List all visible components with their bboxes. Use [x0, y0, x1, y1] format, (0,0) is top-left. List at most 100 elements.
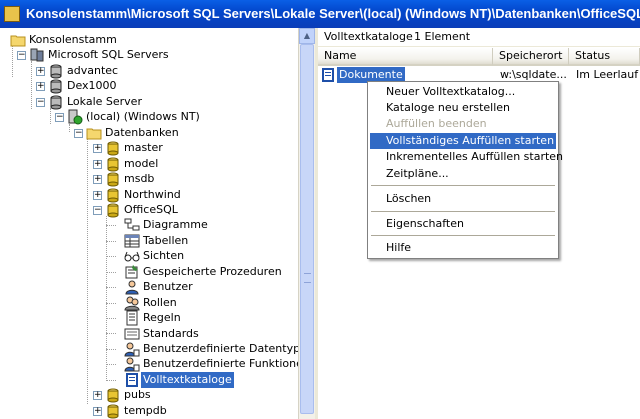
tree-item-label: (local) (Windows NT)	[86, 110, 200, 123]
tree-item[interactable]: Konsolenstamm	[0, 32, 296, 48]
tree-item[interactable]: + tempdb	[0, 403, 296, 419]
stored-procedure-icon	[125, 265, 138, 279]
expand-icon[interactable]: +	[93, 391, 102, 400]
tree-item[interactable]: + model	[0, 156, 296, 172]
tree-item-label: Konsolenstamm	[29, 33, 117, 46]
menu-item-help[interactable]: Hilfe	[370, 240, 556, 256]
menu-item-schedules[interactable]: Zeitpläne...	[370, 166, 556, 182]
tree-item[interactable]: Benutzer	[0, 279, 296, 295]
console-tree: Konsolenstamm − Microsoft SQL Servers + adva…	[0, 28, 298, 419]
roles-icon	[124, 296, 140, 311]
window-title: Konsolenstamm\Microsoft SQL Servers\Loka…	[26, 6, 640, 21]
menu-item-start-full-population[interactable]: Vollständiges Auffüllen starten	[370, 133, 556, 149]
tree-item-label: OfficeSQL	[124, 203, 178, 216]
collapse-icon[interactable]: −	[17, 51, 26, 60]
tree-item[interactable]: + pubs	[0, 387, 296, 403]
expand-icon[interactable]: +	[93, 407, 102, 416]
tree-item-label: advantec	[67, 64, 119, 77]
tree-item[interactable]: Benutzerdefinierte Datentypen	[0, 341, 298, 357]
menu-item-start-incremental-population[interactable]: Inkrementelles Auffüllen starten	[370, 149, 563, 165]
tree-item-label: model	[124, 157, 159, 170]
tree-item-label: Gespeicherte Prozeduren	[143, 265, 282, 278]
table-icon	[124, 234, 140, 248]
menu-separator	[371, 185, 555, 186]
server-group-icon	[50, 95, 62, 110]
collapse-icon[interactable]: −	[36, 98, 45, 107]
tree-item[interactable]: Tabellen	[0, 233, 296, 249]
fulltext-catalog-icon	[322, 68, 334, 82]
tree-item-label: Volltextkataloge	[141, 372, 234, 388]
column-header-name[interactable]: Name	[318, 48, 493, 66]
tree-item[interactable]: Benutzerdefinierte Funktionen	[0, 356, 298, 372]
glasses-icon	[124, 251, 140, 262]
tree-item-label: Benutzer	[143, 280, 193, 293]
tree-item[interactable]: Diagramme	[0, 217, 296, 233]
database-icon	[107, 203, 119, 218]
menu-separator	[371, 235, 555, 236]
user-icon	[125, 280, 139, 295]
tree-item-label: Regeln	[143, 311, 181, 324]
database-icon	[107, 404, 119, 419]
context-menu: Neuer Volltextkatalog... Kataloge neu er…	[367, 81, 563, 259]
menu-item-stop-population: Auffüllen beenden	[386, 117, 487, 130]
expand-icon[interactable]: +	[93, 160, 102, 169]
tree-item[interactable]: Volltextkataloge	[0, 372, 296, 388]
diagram-icon	[124, 218, 140, 231]
server-group-icon	[50, 64, 62, 79]
server-running-icon	[68, 109, 83, 125]
tree-item[interactable]: Standards	[0, 326, 296, 342]
tree-item[interactable]: − Datenbanken	[0, 125, 296, 141]
tree-item[interactable]: + Northwind	[0, 187, 296, 203]
user-function-icon	[124, 357, 140, 372]
tree-item-label: msdb	[124, 172, 155, 185]
tree-item-label: Microsoft SQL Servers	[48, 48, 169, 61]
expand-icon[interactable]: +	[36, 67, 45, 76]
scroll-up-button[interactable]: ▲	[299, 28, 315, 44]
expand-icon[interactable]: +	[93, 144, 102, 153]
defaults-icon	[124, 328, 140, 340]
expand-icon[interactable]: +	[93, 191, 102, 200]
expand-icon[interactable]: +	[93, 175, 102, 184]
tree-item[interactable]: − Microsoft SQL Servers	[0, 47, 296, 63]
tree-item[interactable]: − Lokale Server	[0, 94, 296, 110]
database-icon	[107, 388, 119, 403]
column-header-status[interactable]: Status	[569, 48, 640, 66]
mmc-app-icon[interactable]	[4, 6, 20, 22]
tree-item[interactable]: − (local) (Windows NT)	[0, 109, 296, 125]
tree-item[interactable]: + master	[0, 140, 296, 156]
menu-item-properties[interactable]: Eigenschaften	[370, 216, 556, 232]
tree-item[interactable]: Rollen	[0, 295, 296, 311]
menu-item-rebuild-catalogs[interactable]: Kataloge neu erstellen	[370, 100, 556, 116]
server-group-icon	[50, 79, 62, 94]
menu-item-new-catalog[interactable]: Neuer Volltextkatalog...	[370, 84, 556, 100]
tree-item-label: Standards	[143, 327, 199, 340]
tree-item[interactable]: + Dex1000	[0, 78, 296, 94]
user-datatype-icon	[124, 342, 140, 357]
tree-item-label: Lokale Server	[67, 95, 142, 108]
tree-item-label: pubs	[124, 388, 151, 401]
tree-item[interactable]: Gespeicherte Prozeduren	[0, 264, 296, 280]
collapse-icon[interactable]: −	[55, 113, 64, 122]
column-header-location[interactable]: Speicherort	[493, 48, 569, 66]
tree-vertical-scrollbar[interactable]: ▲	[298, 28, 315, 419]
database-icon	[107, 141, 119, 156]
expand-icon[interactable]: +	[36, 82, 45, 91]
tree-item-label: Benutzerdefinierte Datentypen	[143, 342, 298, 355]
tree-item[interactable]: + advantec	[0, 63, 296, 79]
tree-item[interactable]: − OfficeSQL	[0, 202, 296, 218]
folder-icon	[86, 128, 102, 140]
scroll-thumb[interactable]	[300, 44, 314, 414]
menu-item-delete[interactable]: Löschen	[370, 191, 556, 207]
tree-item[interactable]: + msdb	[0, 171, 296, 187]
title-bar: Konsolenstamm\Microsoft SQL Servers\Loka…	[0, 0, 640, 28]
tree-item-label: Sichten	[143, 249, 185, 262]
tree-item[interactable]: Sichten	[0, 248, 296, 264]
tree-item-label: Dex1000	[67, 79, 117, 92]
tree-item[interactable]: Regeln	[0, 310, 296, 326]
collapse-icon[interactable]: −	[74, 129, 83, 138]
rules-icon	[126, 310, 138, 326]
collapse-icon[interactable]: −	[93, 206, 102, 215]
folder-icon	[10, 35, 26, 47]
tree-item-label: Northwind	[124, 188, 181, 201]
details-title: Volltextkataloge	[324, 30, 413, 43]
